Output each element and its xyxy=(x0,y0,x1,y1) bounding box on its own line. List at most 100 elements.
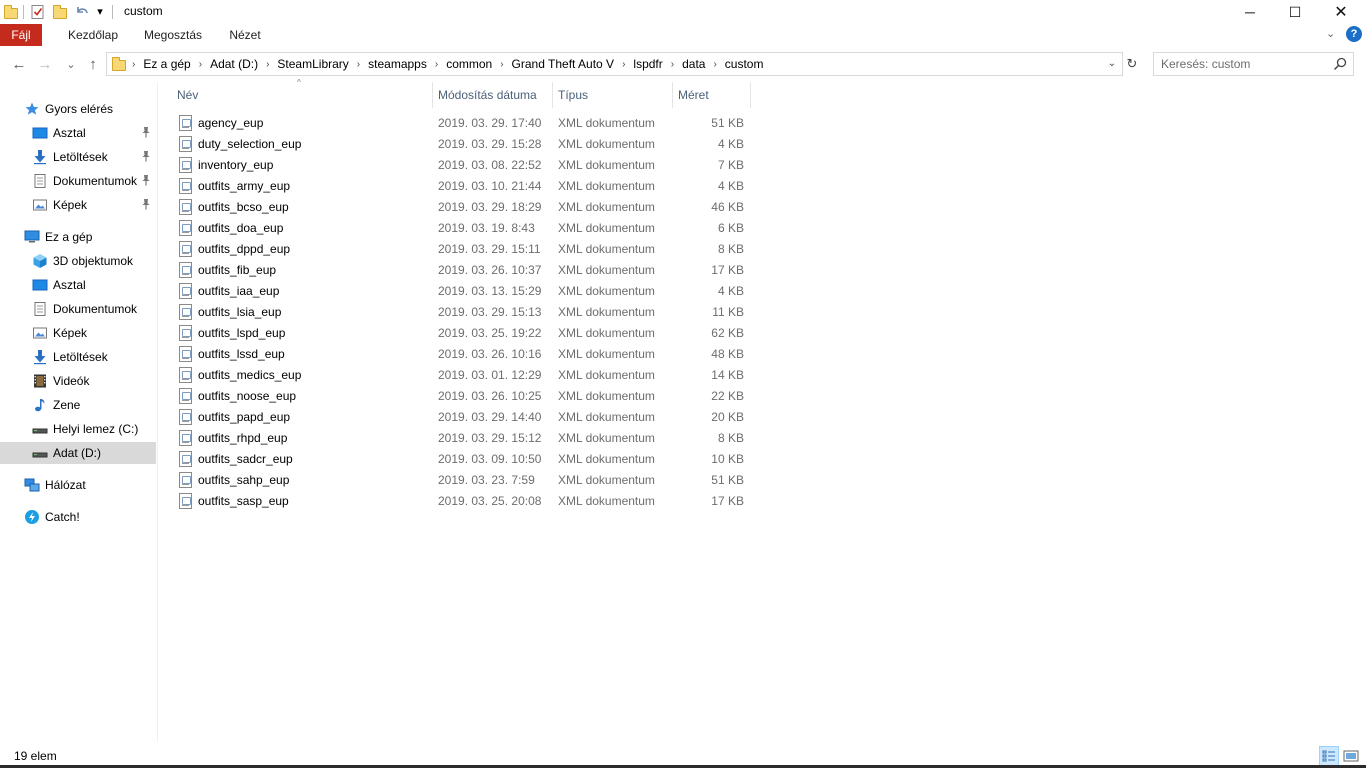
nav-item[interactable]: Zene xyxy=(0,394,156,416)
breadcrumb-item[interactable]: common xyxy=(443,57,495,71)
back-button[interactable]: ← xyxy=(10,54,28,74)
column-divider[interactable] xyxy=(750,82,751,108)
column-header-modified[interactable]: Módosítás dátuma xyxy=(432,82,552,108)
file-modified: 2019. 03. 29. 15:12 xyxy=(438,431,542,445)
tab-view[interactable]: Nézet xyxy=(224,24,266,46)
search-input[interactable]: Keresés: custom xyxy=(1153,52,1354,76)
file-row[interactable]: inventory_eup 2019. 03. 08. 22:52 XML doku… xyxy=(172,155,756,176)
drive-icon xyxy=(32,421,48,437)
nav-item[interactable]: Képek xyxy=(0,194,156,216)
undo-icon[interactable] xyxy=(74,4,90,20)
title-bar: ▾ custom ─ ☐ ✕ xyxy=(0,0,1366,24)
nav-item[interactable]: Hálózat xyxy=(0,474,156,496)
breadcrumb-separator-icon[interactable]: › xyxy=(617,59,630,70)
file-modified: 2019. 03. 29. 18:29 xyxy=(438,200,542,214)
nav-item[interactable]: Videók xyxy=(0,370,156,392)
breadcrumb-separator-icon[interactable]: › xyxy=(194,59,207,70)
new-folder-icon[interactable] xyxy=(52,4,68,20)
customize-dropdown-icon[interactable]: ▾ xyxy=(92,4,108,20)
file-row[interactable]: outfits_iaa_eup 2019. 03. 13. 15:29 XML do… xyxy=(172,281,756,302)
help-icon[interactable]: ? xyxy=(1346,26,1362,42)
file-row[interactable]: duty_selection_eup 2019. 03. 29. 15:28 XML… xyxy=(172,134,756,155)
column-header-type[interactable]: Típus xyxy=(552,82,672,108)
file-modified: 2019. 03. 19. 8:43 xyxy=(438,221,535,235)
file-row[interactable]: outfits_lssd_eup 2019. 03. 26. 10:16 XML d… xyxy=(172,344,756,365)
file-modified: 2019. 03. 10. 21:44 xyxy=(438,179,542,193)
nav-item[interactable]: Képek xyxy=(0,322,156,344)
breadcrumb-item[interactable]: Ez a gép xyxy=(140,57,193,71)
breadcrumb-separator-icon[interactable]: › xyxy=(708,59,721,70)
nav-item[interactable]: Letöltések xyxy=(0,346,156,368)
file-row[interactable]: outfits_bcso_eup 2019. 03. 29. 18:29 XML d… xyxy=(172,197,756,218)
properties-icon[interactable] xyxy=(30,4,46,20)
breadcrumb-separator-icon[interactable]: › xyxy=(666,59,679,70)
file-row[interactable]: outfits_medics_eup 2019. 03. 01. 12:29 XML… xyxy=(172,365,756,386)
pin-icon xyxy=(141,174,151,189)
address-bar[interactable]: › Ez a gép › Adat (D:) › SteamLibrary › steamap… xyxy=(106,52,1123,76)
breadcrumb-separator-icon[interactable]: › xyxy=(495,59,508,70)
refresh-button[interactable]: ↻ xyxy=(1124,52,1140,76)
breadcrumb-item[interactable]: steamapps xyxy=(365,57,430,71)
recent-locations-button[interactable]: ⌄ xyxy=(62,54,80,74)
nav-item[interactable]: Asztal xyxy=(0,122,156,144)
maximize-button[interactable]: ☐ xyxy=(1272,0,1318,24)
tab-file[interactable]: Fájl xyxy=(0,24,42,46)
details-view-button[interactable] xyxy=(1319,746,1339,766)
up-arrow-icon: ↑ xyxy=(89,55,97,73)
pane-divider[interactable] xyxy=(157,82,158,742)
breadcrumb-item[interactable]: Grand Theft Auto V xyxy=(509,57,618,71)
close-button[interactable]: ✕ xyxy=(1318,0,1364,24)
breadcrumb-separator-icon[interactable]: › xyxy=(430,59,443,70)
nav-item[interactable]: Adat (D:) xyxy=(0,442,156,464)
address-dropdown-icon[interactable]: ⌄ xyxy=(1105,56,1119,72)
file-row[interactable]: outfits_lspd_eup 2019. 03. 25. 19:22 XML d… xyxy=(172,323,756,344)
breadcrumb-item[interactable]: Adat (D:) xyxy=(207,57,261,71)
breadcrumb-item[interactable]: lspdfr xyxy=(630,57,665,71)
file-row[interactable]: outfits_rhpd_eup 2019. 03. 29. 15:12 XML d… xyxy=(172,428,756,449)
file-modified: 2019. 03. 25. 19:22 xyxy=(438,326,542,340)
file-row[interactable]: outfits_dppd_eup 2019. 03. 29. 15:11 XML d… xyxy=(172,239,756,260)
file-row[interactable]: outfits_sasp_eup 2019. 03. 25. 20:08 XML d… xyxy=(172,491,756,512)
nav-item[interactable]: Catch! xyxy=(0,506,156,528)
pictures-icon xyxy=(32,325,48,341)
file-row[interactable]: outfits_doa_eup 2019. 03. 19. 8:43 XML dok… xyxy=(172,218,756,239)
file-row[interactable]: outfits_army_eup 2019. 03. 10. 21:44 XML d… xyxy=(172,176,756,197)
nav-item-label: Videók xyxy=(53,374,90,388)
tab-home[interactable]: Kezdőlap xyxy=(62,24,124,46)
nav-item[interactable]: Helyi lemez (C:) xyxy=(0,418,156,440)
expand-ribbon-icon[interactable]: ⌄ xyxy=(1326,27,1335,40)
nav-item[interactable]: Asztal xyxy=(0,274,156,296)
large-icons-view-button[interactable] xyxy=(1341,746,1361,766)
file-row[interactable]: agency_eup 2019. 03. 29. 17:40 XML dokumen… xyxy=(172,113,756,134)
file-name: outfits_army_eup xyxy=(198,179,291,193)
column-header-name[interactable]: Név xyxy=(171,82,432,108)
tab-share[interactable]: Megosztás xyxy=(140,24,206,46)
file-row[interactable]: outfits_noose_eup 2019. 03. 26. 10:25 XML … xyxy=(172,386,756,407)
breadcrumb-item[interactable]: custom xyxy=(722,57,767,71)
nav-item[interactable]: Dokumentumok xyxy=(0,298,156,320)
file-name: inventory_eup xyxy=(198,158,274,172)
file-row[interactable]: outfits_sahp_eup 2019. 03. 23. 7:59 XML do… xyxy=(172,470,756,491)
file-row[interactable]: outfits_fib_eup 2019. 03. 26. 10:37 XML do… xyxy=(172,260,756,281)
file-row[interactable]: outfits_sadcr_eup 2019. 03. 09. 10:50 XML … xyxy=(172,449,756,470)
file-size: 62 KB xyxy=(711,326,744,340)
minimize-button[interactable]: ─ xyxy=(1227,0,1273,24)
nav-item[interactable]: Gyors elérés xyxy=(0,98,156,120)
xml-file-icon xyxy=(179,262,192,278)
search-icon[interactable] xyxy=(1333,57,1347,71)
nav-item[interactable]: Dokumentumok xyxy=(0,170,156,192)
nav-item[interactable]: Letöltések xyxy=(0,146,156,168)
breadcrumb-item[interactable]: SteamLibrary xyxy=(274,57,351,71)
xml-file-icon xyxy=(179,325,192,341)
breadcrumb-separator-icon[interactable]: › xyxy=(352,59,365,70)
column-header-size[interactable]: Méret xyxy=(672,82,750,108)
nav-item[interactable]: 3D objektumok xyxy=(0,250,156,272)
breadcrumb-separator-icon[interactable]: › xyxy=(127,59,140,70)
breadcrumb-separator-icon[interactable]: › xyxy=(261,59,274,70)
file-row[interactable]: outfits_papd_eup 2019. 03. 29. 14:40 XML d… xyxy=(172,407,756,428)
up-button[interactable]: ↑ xyxy=(84,54,102,74)
forward-button[interactable]: → xyxy=(36,54,54,74)
file-row[interactable]: outfits_lsia_eup 2019. 03. 29. 15:13 XML d… xyxy=(172,302,756,323)
nav-item[interactable]: Ez a gép xyxy=(0,226,156,248)
breadcrumb-item[interactable]: data xyxy=(679,57,708,71)
